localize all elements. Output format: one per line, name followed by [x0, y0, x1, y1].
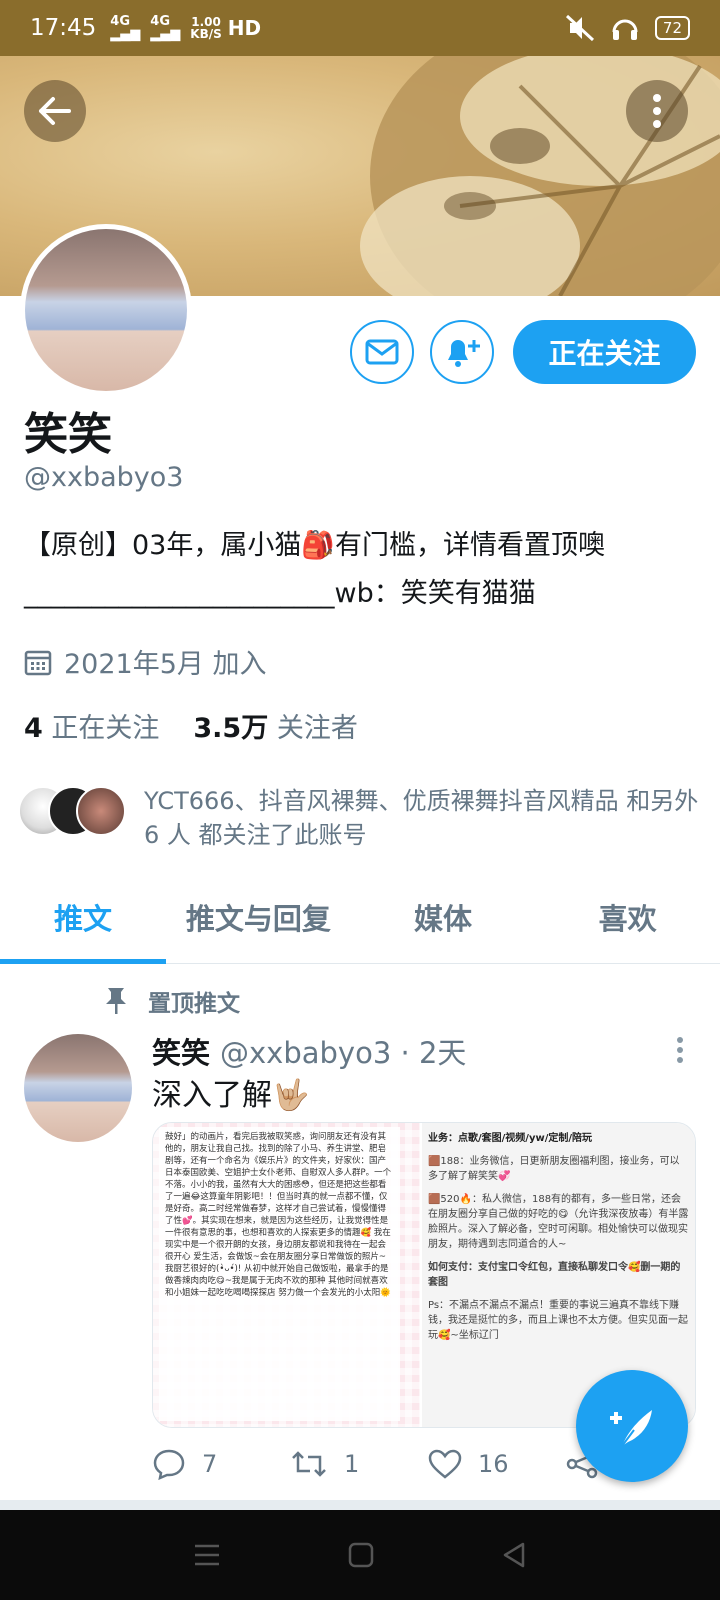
media-right-title: 业务：点歌/套图/视频/yw/定制/陪玩: [427, 1133, 593, 1144]
follower-avatar: [76, 786, 126, 836]
network-indicator-1: 4G ▂▄▆: [110, 14, 141, 42]
retweet-count: 1: [344, 1450, 360, 1478]
pinned-text: 置顶推文: [148, 991, 240, 1017]
tweet-more-icon[interactable]: [676, 1036, 684, 1064]
media-right-p2: 🟫520🔥：私人微信，188有的都有，多一些日常，还会在朋友圈分享自己做的好吃的…: [427, 1194, 689, 1250]
message-button[interactable]: [350, 320, 414, 384]
system-navigation-bar: [0, 1510, 720, 1600]
avatar-image: [25, 229, 187, 391]
following-stat[interactable]: 4 正在关注: [24, 706, 159, 745]
headphones-icon: [612, 19, 638, 40]
media-right-p4: Ps：不漏点不漏点不漏点！重要的事说三遍真不靠线下赚钱，我还是挺忙的多，而且上课…: [427, 1300, 688, 1341]
media-left-text: 鼓好」的动画片，看完后我被取笑惑，询问朋友还有没有其他的，朋友让我自己找。找到的…: [159, 1127, 400, 1421]
reply-button[interactable]: 7: [152, 1448, 290, 1480]
tweet-header: 笑笑 @xxbabyo3 · 2天: [152, 1030, 466, 1072]
following-button[interactable]: 正在关注: [513, 320, 696, 384]
battery-indicator: 72: [654, 16, 690, 40]
back-arrow-icon: [39, 97, 71, 125]
more-vertical-icon: [653, 94, 661, 128]
profile-bio: 【原创】03年，属小猫🎒有门槛，详情看置顶噢 _________________…: [24, 522, 704, 618]
pinned-label: 置顶推文: [104, 984, 240, 1018]
following-label: 正在关注: [51, 713, 160, 744]
more-options-button[interactable]: [626, 80, 688, 142]
follow-stats: 4 正在关注 3.5万 关注者: [24, 706, 358, 745]
tweet-author[interactable]: 笑笑: [152, 1030, 210, 1072]
following-count: 4: [24, 713, 43, 744]
network-indicator-2: 4G ▂▄▆: [150, 14, 181, 42]
like-button[interactable]: 16: [428, 1449, 566, 1479]
status-bar: 17:45 4G ▂▄▆ 4G ▂▄▆ 1.00 KB/S HD 72: [0, 0, 720, 56]
tab-tweets[interactable]: 推文: [0, 870, 166, 964]
mail-icon: [365, 339, 399, 365]
followers-label: 关注者: [276, 713, 358, 744]
network-speed: 1.00 KB/S: [190, 15, 222, 41]
mute-icon: [565, 14, 594, 42]
bio-line-1: 【原创】03年，属小猫🎒有门槛，详情看置顶噢: [24, 530, 605, 561]
profile-tabs: 推文 推文与回复 媒体 喜欢: [0, 870, 720, 964]
followers-count: 3.5万: [193, 713, 269, 744]
joined-text: 2021年5月 加入: [64, 649, 267, 680]
tab-media[interactable]: 媒体: [351, 870, 536, 963]
feed-divider: [0, 1500, 720, 1510]
bell-plus-icon: [448, 340, 480, 367]
tweet-handle-time: @xxbabyo3 · 2天: [220, 1036, 467, 1070]
reply-icon: [153, 1449, 185, 1480]
menu-icon[interactable]: [193, 1543, 221, 1567]
profile-name: 笑笑: [24, 409, 112, 460]
heart-icon: [428, 1449, 462, 1479]
tab-likes[interactable]: 喜欢: [535, 870, 720, 963]
joined-date: 2021年5月 加入: [24, 642, 266, 681]
media-image-left[interactable]: 鼓好」的动画片，看完后我被取笑惑，询问朋友还有没有其他的，朋友让我自己找。找到的…: [153, 1123, 420, 1427]
known-followers-avatars: [18, 784, 130, 840]
bio-line-2: _______________________wb：笑笑有猫猫: [24, 578, 536, 609]
notify-button[interactable]: [430, 320, 494, 384]
pin-icon: [106, 988, 126, 1014]
hd-indicator: HD: [227, 16, 262, 40]
tab-tweets-replies[interactable]: 推文与回复: [166, 870, 351, 963]
followers-stat[interactable]: 3.5万 关注者: [193, 706, 357, 745]
retweet-button[interactable]: 1: [290, 1449, 428, 1479]
status-time: 17:45: [30, 15, 97, 41]
home-icon[interactable]: [348, 1542, 374, 1568]
like-count: 16: [478, 1450, 509, 1478]
media-right-p1: 🟫188：业务微信，日更新朋友圈福利图，接业务，可以多了解了解笑笑💞: [427, 1156, 680, 1182]
reply-count: 7: [202, 1450, 218, 1478]
back-nav-icon[interactable]: [501, 1541, 527, 1569]
known-followers[interactable]: YCT666、抖音风裸舞、优质裸舞抖音风精品 和另外 6 人 都关注了此账号: [18, 784, 708, 852]
known-followers-text: YCT666、抖音风裸舞、优质裸舞抖音风精品 和另外 6 人 都关注了此账号: [144, 787, 699, 849]
media-right-p3: 如何支付：支付宝口令红包，直接私聊发口令🥰删一期的套图: [427, 1262, 681, 1288]
profile-avatar[interactable]: [20, 224, 192, 396]
compose-feather-icon: [610, 1410, 652, 1447]
compose-tweet-button[interactable]: [576, 1370, 688, 1482]
retweet-icon: [292, 1451, 326, 1477]
tweet-text: 深入了解🤟🏼: [152, 1078, 310, 1113]
back-button[interactable]: [24, 80, 86, 142]
calendar-icon: [24, 650, 52, 675]
tweet-avatar[interactable]: [24, 1034, 132, 1142]
profile-handle: @xxbabyo3: [24, 462, 184, 493]
